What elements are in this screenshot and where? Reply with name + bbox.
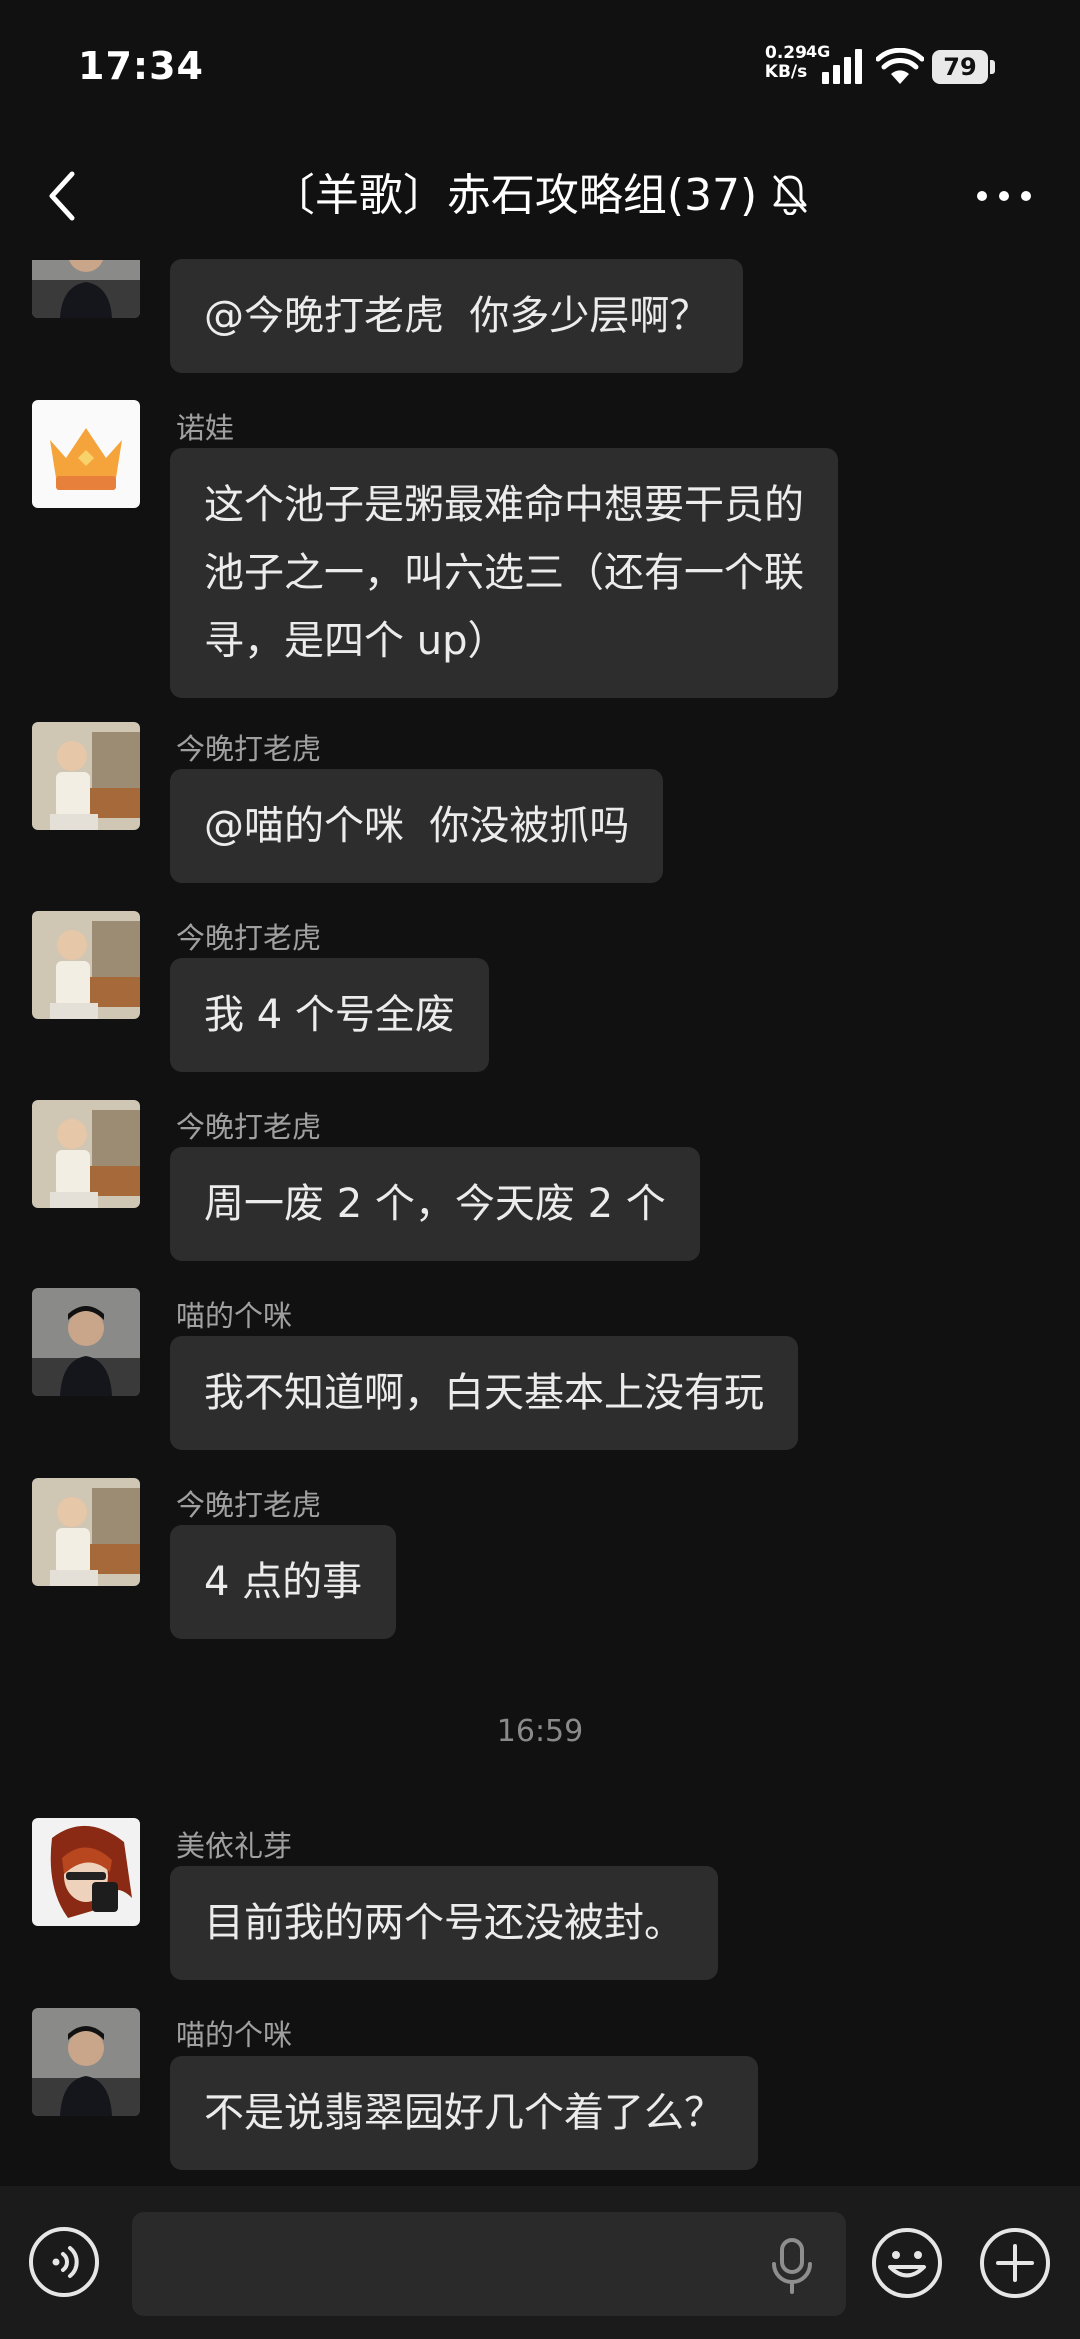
plus-icon[interactable]: [978, 2226, 1052, 2300]
avatar[interactable]: [32, 1288, 140, 1396]
sender-name: 喵的个咪: [176, 2018, 293, 2052]
avatar[interactable]: [32, 2008, 140, 2116]
battery-indicator: 79: [932, 50, 988, 84]
avatar[interactable]: [32, 400, 140, 508]
message-bubble[interactable]: @喵的个咪 你没被抓吗: [170, 769, 664, 883]
message-bubble[interactable]: 4 点的事: [170, 1525, 397, 1639]
avatar[interactable]: [32, 1100, 140, 1208]
status-bar: 17:34 0.29 KB/s 4G 79: [0, 0, 1080, 130]
message-bubble[interactable]: 这个池子是粥最难命中想要干员的 池子之一，叫六选三（还有一个联 寻，是四个 up…: [170, 448, 838, 698]
message-bubble[interactable]: @今晚打老虎 你多少层啊？: [170, 259, 744, 373]
avatar[interactable]: [32, 722, 140, 830]
message-bubble[interactable]: 不是说翡翠园好几个着了么？: [170, 2056, 758, 2170]
network-speed-unit: KB/s: [764, 62, 808, 82]
microphone-icon[interactable]: [770, 2238, 814, 2294]
avatar[interactable]: [32, 1478, 140, 1586]
chat-title[interactable]: 〔羊歌〕赤石攻略组(37): [271, 166, 757, 226]
sender-name: 诺娃: [176, 411, 235, 445]
battery-tip: [990, 60, 995, 74]
more-dots-icon[interactable]: [976, 172, 1032, 220]
sender-name: 喵的个咪: [176, 1299, 293, 1333]
time-divider: 16:59: [496, 1714, 584, 1749]
message-bubble[interactable]: 周一废 2 个，今天废 2 个: [170, 1147, 700, 1261]
sender-name: 今晚打老虎: [176, 1488, 322, 1522]
wifi-icon: [876, 48, 924, 84]
signal-icon: [822, 49, 862, 84]
sender-name: 美依礼芽: [176, 1829, 293, 1863]
message-bubble[interactable]: 目前我的两个号还没被封。: [170, 1866, 718, 1980]
emoji-icon[interactable]: [870, 2226, 944, 2300]
message-bubble[interactable]: 我 4 个号全废: [170, 958, 489, 1072]
sender-name: 今晚打老虎: [176, 732, 322, 766]
message-input[interactable]: [132, 2212, 846, 2316]
sender-name: 今晚打老虎: [176, 1110, 322, 1144]
status-time: 17:34: [78, 44, 204, 88]
avatar[interactable]: [32, 911, 140, 1019]
chat-title-row: 〔羊歌〕赤石攻略组(37): [0, 166, 1080, 226]
avatar[interactable]: [32, 1818, 140, 1926]
voice-icon[interactable]: [28, 2226, 100, 2298]
message-bubble[interactable]: 我不知道啊，白天基本上没有玩: [170, 1336, 798, 1450]
sender-name: 今晚打老虎: [176, 921, 322, 955]
bell-off-icon: [773, 175, 807, 215]
